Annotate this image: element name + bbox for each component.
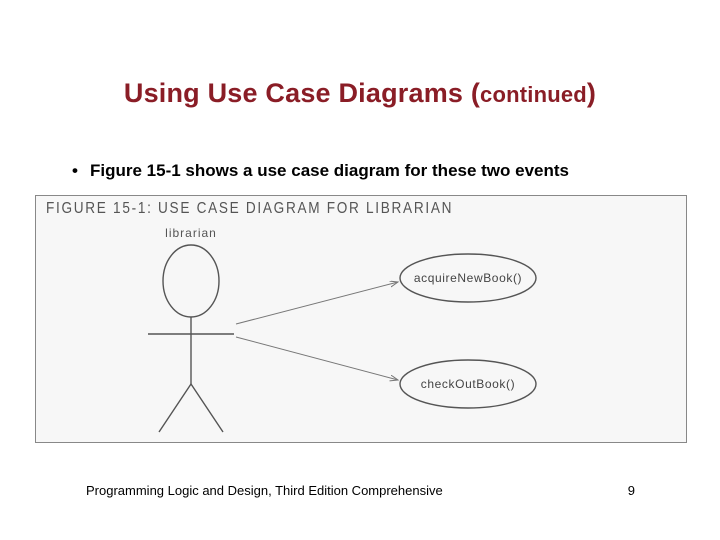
title-close: ) <box>587 78 596 108</box>
usecase-1-label: acquireNewBook() <box>414 271 522 285</box>
use-case-diagram: librarian <box>36 224 686 439</box>
title-main: Using Use Case Diagrams ( <box>124 78 480 108</box>
usecase-acquire-new-book: acquireNewBook() <box>400 254 536 302</box>
footer-text: Programming Logic and Design, Third Edit… <box>86 483 443 498</box>
actor-icon <box>148 245 234 432</box>
usecase-2-label: checkOutBook() <box>421 377 515 391</box>
slide: Using Use Case Diagrams (continued) •Fig… <box>0 0 720 540</box>
usecase-check-out-book: checkOutBook() <box>400 360 536 408</box>
connector-2 <box>236 337 398 380</box>
slide-title: Using Use Case Diagrams (continued) <box>0 78 720 109</box>
bullet-text: Figure 15-1 shows a use case diagram for… <box>90 161 569 180</box>
title-sub: continued <box>480 82 587 107</box>
page-number: 9 <box>628 483 635 498</box>
figure-caption: FIGURE 15-1: USE CASE DIAGRAM FOR LIBRAR… <box>46 200 453 218</box>
actor-label: librarian <box>165 226 217 240</box>
figure-box: FIGURE 15-1: USE CASE DIAGRAM FOR LIBRAR… <box>35 195 687 443</box>
connector-1 <box>236 282 398 324</box>
bullet-line: •Figure 15-1 shows a use case diagram fo… <box>72 161 660 181</box>
bullet-marker: • <box>72 161 90 181</box>
